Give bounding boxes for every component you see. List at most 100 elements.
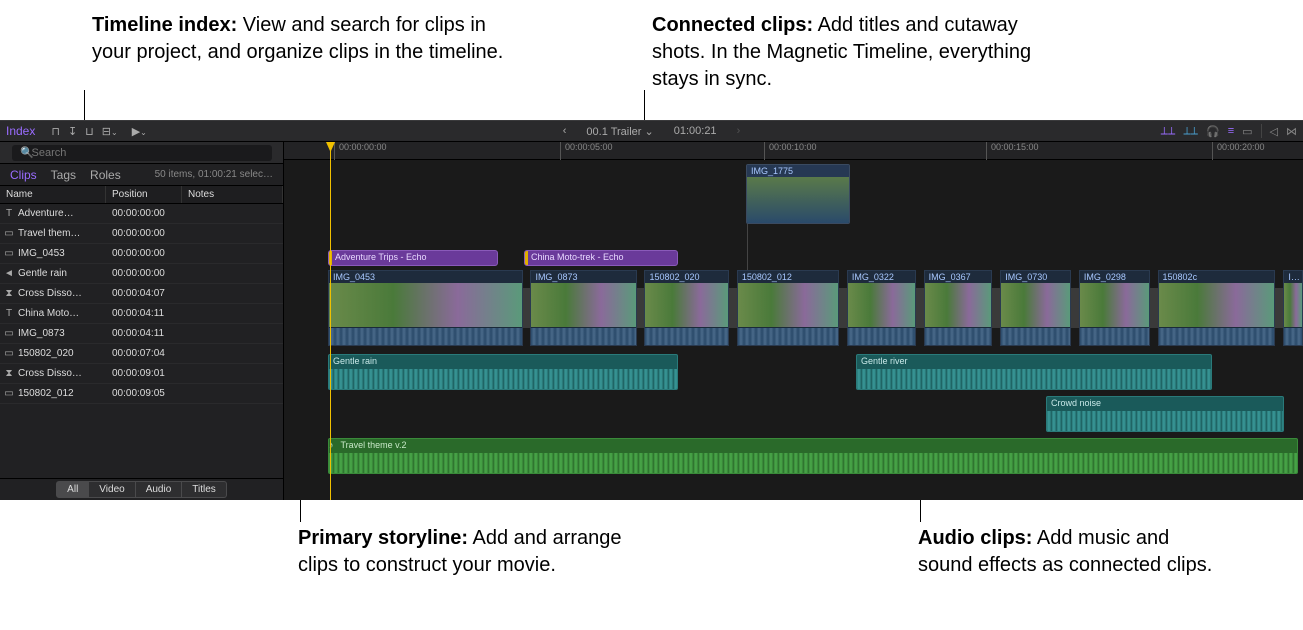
index-row[interactable]: ▭150802_01200:00:09:05 <box>0 384 283 404</box>
index-row[interactable]: TAdventure…00:00:00:00 <box>0 204 283 224</box>
tab-clips[interactable]: Clips <box>10 168 37 182</box>
timeline[interactable]: 00:00:00:0000:00:05:0000:00:10:0000:00:1… <box>284 142 1303 500</box>
callout-timeline-index: Timeline index: View and search for clip… <box>92 12 512 66</box>
row-name: IMG_0873 <box>18 328 106 339</box>
col-name[interactable]: Name <box>0 186 106 203</box>
title-clip[interactable]: China Moto-trek - Echo <box>524 250 678 266</box>
snapping-icon[interactable]: ≡ <box>1228 125 1234 137</box>
index-tabs: Clips Tags Roles 50 items, 01:00:21 sele… <box>0 164 283 186</box>
clip-appearance-icon[interactable]: ▭ <box>1242 125 1252 138</box>
primary-storyline[interactable]: IMG_0453 IMG_0873 150802_020 150802_012 IMG_… <box>328 270 1303 346</box>
title-clip[interactable]: Adventure Trips - Echo <box>328 250 498 266</box>
clip-thumbnails <box>1159 283 1275 327</box>
row-name: Travel them… <box>18 228 106 239</box>
audio-label: Crowd noise <box>1047 397 1283 409</box>
connect-clip-icon[interactable]: ⊓ <box>51 125 60 138</box>
index-row[interactable]: ▭Travel them…00:00:00:00 <box>0 224 283 244</box>
transition-gap[interactable] <box>992 270 1000 346</box>
toolbar-left-icons: ⊓ ↧ ⊔ ⊟⌄ ▶⌄ <box>51 125 147 138</box>
transition-gap[interactable] <box>1071 270 1079 346</box>
audio-skimming-icon[interactable]: ⟂⟂ <box>1183 125 1198 138</box>
search-icon: 🔍 <box>20 146 34 159</box>
row-name: China Moto… <box>18 308 106 319</box>
transition-gap[interactable] <box>916 270 924 346</box>
select-tool-icon[interactable]: ▶⌄ <box>132 125 147 138</box>
transition-gap[interactable] <box>1150 270 1158 346</box>
col-notes[interactable]: Notes <box>182 186 283 203</box>
index-row[interactable]: ⧗Cross Disso…00:00:09:01 <box>0 364 283 384</box>
connected-clip-thumb <box>747 177 849 223</box>
clip-audio-waveform <box>848 327 915 345</box>
music-clip[interactable]: ♪Travel theme v.2 <box>328 438 1298 474</box>
video-clip[interactable]: IMG_0322 <box>847 270 916 346</box>
audio-clip[interactable]: Gentle rain <box>328 354 678 390</box>
transition-gap[interactable] <box>523 270 531 346</box>
col-position[interactable]: Position <box>106 186 182 203</box>
clip-label: 150802c <box>1159 271 1275 283</box>
clip-label: IMG_0453 <box>329 271 522 283</box>
video-clip[interactable]: 150802_020 <box>644 270 729 346</box>
transition-gap[interactable] <box>1275 270 1283 346</box>
trim-start-icon[interactable]: ◁ <box>1270 125 1278 138</box>
video-clip[interactable]: IMG_0730 <box>1000 270 1071 346</box>
index-row[interactable]: ⧗Cross Disso…00:00:04:07 <box>0 284 283 304</box>
index-row[interactable]: ▭IMG_045300:00:00:00 <box>0 244 283 264</box>
connected-clip[interactable]: IMG_1775 <box>746 164 850 224</box>
index-row[interactable]: TChina Moto…00:00:04:11 <box>0 304 283 324</box>
clip-thumbnails <box>1284 283 1302 327</box>
row-position: 00:00:04:11 <box>106 328 182 339</box>
index-row[interactable]: ◄Gentle rain00:00:00:00 <box>0 264 283 284</box>
video-clip[interactable]: IMG_0453 <box>328 270 523 346</box>
clip-audio-waveform <box>738 327 838 345</box>
insert-clip-icon[interactable]: ↧ <box>68 125 77 138</box>
row-type-icon: T <box>0 208 18 219</box>
transition-gap[interactable] <box>637 270 645 346</box>
video-clip[interactable]: IMG_0298 <box>1079 270 1150 346</box>
solo-icon[interactable]: 🎧 <box>1206 125 1220 138</box>
video-clip[interactable]: IMG_0367 <box>924 270 993 346</box>
clip-thumbnails <box>1001 283 1070 327</box>
transition-gap[interactable] <box>839 270 847 346</box>
nav-next-icon[interactable]: › <box>737 125 741 137</box>
transition-gap[interactable] <box>729 270 737 346</box>
clip-thumbnails <box>531 283 635 327</box>
index-row[interactable]: ▭IMG_087300:00:04:11 <box>0 324 283 344</box>
clip-audio-waveform <box>329 327 522 345</box>
video-clip[interactable]: 150802_012 <box>737 270 839 346</box>
trim-end-icon[interactable]: ⋈ <box>1286 125 1297 138</box>
audio-clip[interactable]: Gentle river <box>856 354 1212 390</box>
row-position: 00:00:00:00 <box>106 208 182 219</box>
callout-audio-clips: Audio clips: Add music and sound effects… <box>918 525 1218 579</box>
video-clip[interactable]: IMG_0873 <box>530 270 636 346</box>
filter-audio[interactable]: Audio <box>136 481 183 498</box>
time-ruler[interactable]: 00:00:00:0000:00:05:0000:00:10:0000:00:1… <box>284 142 1303 160</box>
clip-label: 150802_012 <box>738 271 838 283</box>
playhead[interactable] <box>330 142 331 500</box>
clip-label: I… <box>1284 271 1302 283</box>
tab-tags[interactable]: Tags <box>51 168 76 182</box>
overwrite-clip-icon[interactable]: ⊟⌄ <box>102 125 118 138</box>
append-clip-icon[interactable]: ⊔ <box>85 125 94 138</box>
filter-all[interactable]: All <box>56 481 89 498</box>
index-button[interactable]: Index <box>6 124 35 138</box>
filter-video[interactable]: Video <box>89 481 135 498</box>
filter-titles[interactable]: Titles <box>182 481 227 498</box>
row-type-icon: T <box>0 308 18 319</box>
clip-thumbnails <box>848 283 915 327</box>
video-clip[interactable]: I… <box>1283 270 1303 346</box>
search-bar: 🔍 <box>0 142 283 164</box>
clip-thumbnails <box>645 283 728 327</box>
clip-label: IMG_0730 <box>1001 271 1070 283</box>
clip-audio-waveform <box>1080 327 1149 345</box>
nav-prev-icon[interactable]: ‹ <box>563 125 567 137</box>
tab-roles[interactable]: Roles <box>90 168 121 182</box>
project-name[interactable]: 00.1 Trailer ⌄ <box>586 125 653 138</box>
skimming-icon[interactable]: ⟂⟂ <box>1161 125 1176 138</box>
audio-clip[interactable]: Crowd noise <box>1046 396 1284 432</box>
index-row[interactable]: ▭150802_02000:00:07:04 <box>0 344 283 364</box>
video-clip[interactable]: 150802c <box>1158 270 1276 346</box>
callout-primary-storyline: Primary storyline: Add and arrange clips… <box>298 525 628 579</box>
row-type-icon: ⧗ <box>0 368 18 379</box>
search-input[interactable] <box>12 145 272 161</box>
clip-label: IMG_0873 <box>531 271 635 283</box>
